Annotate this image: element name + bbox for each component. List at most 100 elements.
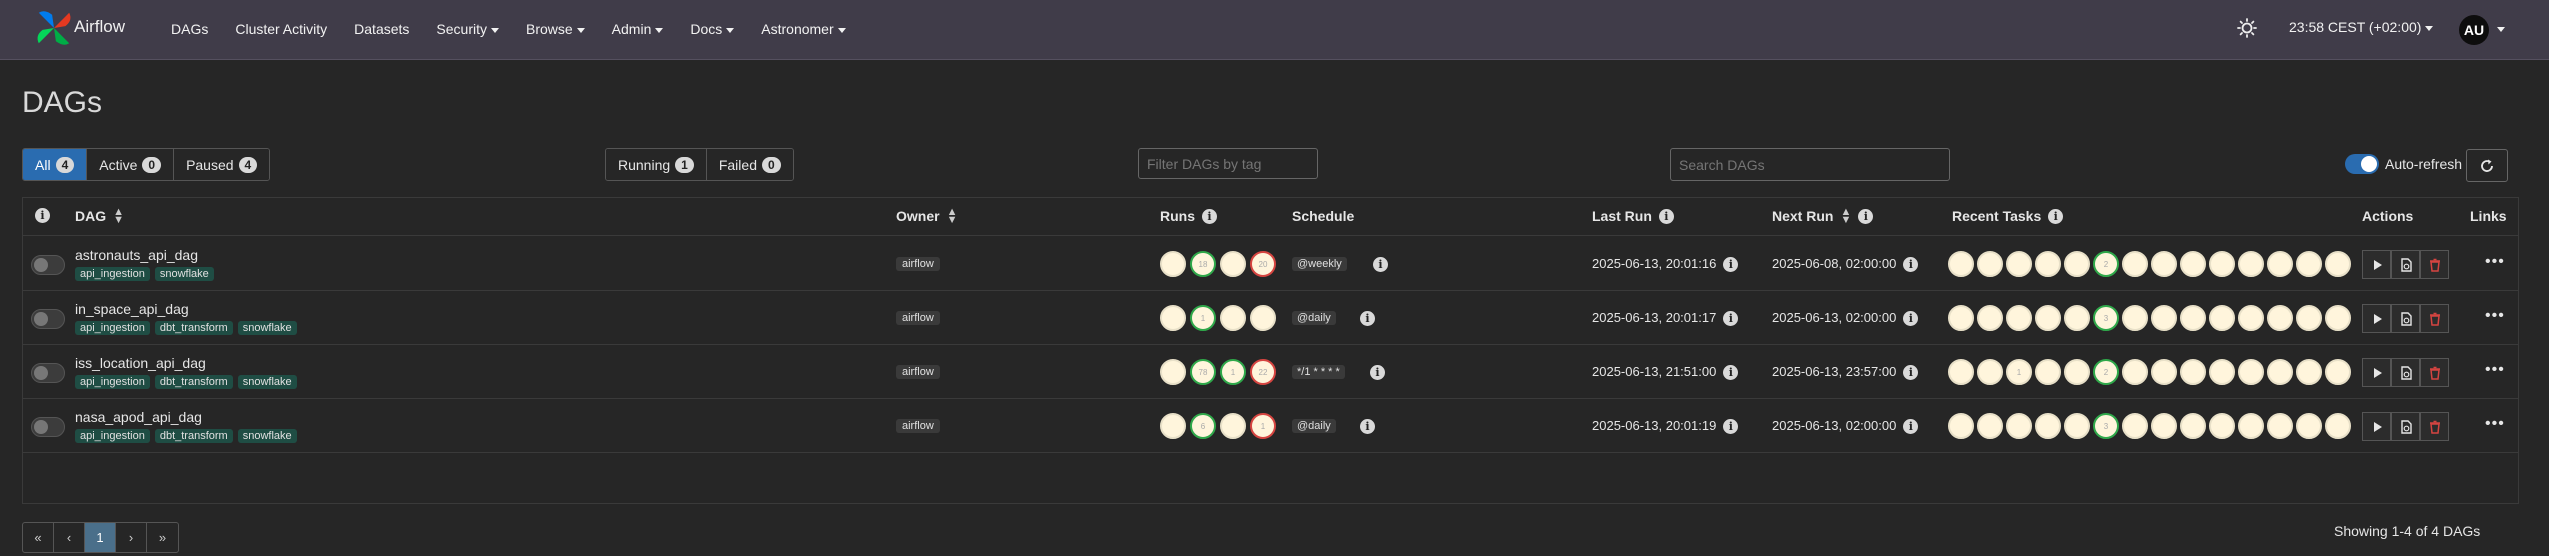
header-dag[interactable]: DAG ▲ ▼	[75, 207, 124, 226]
more-dots-icon[interactable]: •••	[2485, 253, 2505, 271]
tag-badge[interactable]: dbt_transform	[154, 429, 233, 443]
task-state-circle[interactable]	[2209, 251, 2235, 277]
last-run-time[interactable]: 2025-06-13, 21:51:00 i	[1592, 364, 1739, 380]
info-icon[interactable]: i	[35, 208, 50, 223]
tag-badge[interactable]: snowflake	[237, 429, 297, 443]
task-state-circle[interactable]	[2006, 413, 2032, 439]
delete-dag-button[interactable]	[2420, 304, 2449, 333]
task-state-circle[interactable]	[2122, 413, 2148, 439]
nav-cluster-activity[interactable]: Cluster Activity	[235, 21, 327, 37]
trigger-dag-button[interactable]	[2362, 358, 2391, 387]
task-state-circle[interactable]	[1948, 413, 1974, 439]
task-state-circle[interactable]	[2325, 251, 2351, 277]
trigger-dag-button[interactable]	[2362, 250, 2391, 279]
page-link[interactable]: »	[147, 523, 178, 552]
task-state-circle[interactable]	[2238, 413, 2264, 439]
run-state-circle[interactable]	[1250, 305, 1276, 331]
owner-badge[interactable]: airflow	[896, 257, 940, 271]
task-state-circle[interactable]	[2238, 251, 2264, 277]
tag-badge[interactable]: api_ingestion	[75, 375, 150, 389]
task-state-circle[interactable]	[2180, 251, 2206, 277]
task-state-circle[interactable]	[2325, 359, 2351, 385]
page-link[interactable]: 1	[85, 523, 116, 552]
pause-toggle[interactable]	[31, 255, 65, 275]
task-state-circle[interactable]	[2325, 305, 2351, 331]
task-state-circle[interactable]	[2035, 413, 2061, 439]
brand-name[interactable]: Airflow	[74, 17, 125, 37]
more-dots-icon[interactable]: •••	[2485, 307, 2505, 325]
run-state-circle[interactable]: 18	[1190, 251, 1216, 277]
info-icon[interactable]: i	[1373, 257, 1388, 272]
task-state-circle[interactable]	[2238, 359, 2264, 385]
task-state-circle[interactable]	[2035, 305, 2061, 331]
run-state-circle[interactable]: 22	[1250, 359, 1276, 385]
run-state-circle[interactable]	[1220, 413, 1246, 439]
tab-active[interactable]: Active 0	[87, 149, 175, 180]
header-info[interactable]: i	[35, 208, 50, 223]
tab-paused[interactable]: Paused 4	[174, 149, 270, 180]
tag-badge[interactable]: dbt_transform	[154, 375, 233, 389]
chevron-down-icon[interactable]	[2497, 27, 2505, 32]
reparse-dag-button[interactable]	[2391, 304, 2420, 333]
task-state-circle[interactable]	[2325, 413, 2351, 439]
tag-badge[interactable]: snowflake	[237, 375, 297, 389]
reparse-dag-button[interactable]	[2391, 412, 2420, 441]
info-icon[interactable]: i	[2048, 208, 2064, 224]
run-state-circle[interactable]: 6	[1190, 413, 1216, 439]
page-link[interactable]: ‹	[54, 523, 85, 552]
task-state-circle[interactable]: 3	[2093, 413, 2119, 439]
nav-dags[interactable]: DAGs	[171, 21, 208, 37]
task-state-circle[interactable]	[1977, 413, 2003, 439]
last-run-time[interactable]: 2025-06-13, 20:01:16 i	[1592, 256, 1739, 272]
more-dots-icon[interactable]: •••	[2485, 415, 2505, 433]
tag-badge[interactable]: api_ingestion	[75, 321, 150, 335]
task-state-circle[interactable]	[2267, 413, 2293, 439]
task-state-circle[interactable]: 2	[2093, 359, 2119, 385]
reparse-dag-button[interactable]	[2391, 358, 2420, 387]
nav-docs[interactable]: Docs	[690, 21, 735, 37]
dag-name-link[interactable]: in_space_api_dag	[75, 301, 189, 317]
task-state-circle[interactable]	[2122, 359, 2148, 385]
info-icon[interactable]: i	[1202, 208, 1217, 224]
task-state-circle[interactable]	[1948, 251, 1974, 277]
header-next-run[interactable]: Next Run ▲ ▼ i	[1772, 207, 1874, 226]
last-run-time[interactable]: 2025-06-13, 20:01:17 i	[1592, 310, 1739, 326]
info-icon[interactable]: i	[1903, 419, 1919, 434]
task-state-circle[interactable]	[2151, 359, 2177, 385]
task-state-circle[interactable]	[1948, 359, 1974, 385]
task-state-circle[interactable]	[2064, 413, 2090, 439]
nav-astronomer[interactable]: Astronomer	[761, 21, 846, 37]
dag-name-link[interactable]: astronauts_api_dag	[75, 247, 198, 263]
task-state-circle[interactable]	[2296, 359, 2322, 385]
tab-failed[interactable]: Failed 0	[706, 149, 793, 180]
more-dots-icon[interactable]: •••	[2485, 361, 2505, 379]
delete-dag-button[interactable]	[2420, 412, 2449, 441]
pause-toggle[interactable]	[31, 309, 65, 329]
task-state-circle[interactable]	[2151, 305, 2177, 331]
task-state-circle[interactable]	[2064, 305, 2090, 331]
run-state-circle[interactable]	[1220, 251, 1246, 277]
trigger-dag-button[interactable]	[2362, 412, 2391, 441]
tag-filter-input[interactable]	[1138, 148, 1318, 179]
run-state-circle[interactable]: 20	[1250, 251, 1276, 277]
task-state-circle[interactable]	[2151, 413, 2177, 439]
info-icon[interactable]: i	[1903, 311, 1919, 326]
nav-admin[interactable]: Admin	[612, 21, 664, 37]
page-link[interactable]: ›	[116, 523, 147, 552]
task-state-circle[interactable]	[2209, 413, 2235, 439]
refresh-button[interactable]	[2466, 149, 2508, 182]
run-state-circle[interactable]	[1160, 359, 1186, 385]
task-state-circle[interactable]	[2180, 413, 2206, 439]
task-state-circle[interactable]	[1977, 359, 2003, 385]
nav-browse[interactable]: Browse	[526, 21, 585, 37]
trigger-dag-button[interactable]	[2362, 304, 2391, 333]
pause-toggle[interactable]	[31, 363, 65, 383]
tag-badge[interactable]: dbt_transform	[154, 321, 233, 335]
tag-badge[interactable]: api_ingestion	[75, 267, 150, 281]
pause-toggle[interactable]	[31, 417, 65, 437]
task-state-circle[interactable]	[2180, 305, 2206, 331]
task-state-circle[interactable]	[2180, 359, 2206, 385]
nav-security[interactable]: Security	[436, 21, 499, 37]
info-icon[interactable]: i	[1360, 311, 1375, 326]
task-state-circle[interactable]	[2035, 251, 2061, 277]
